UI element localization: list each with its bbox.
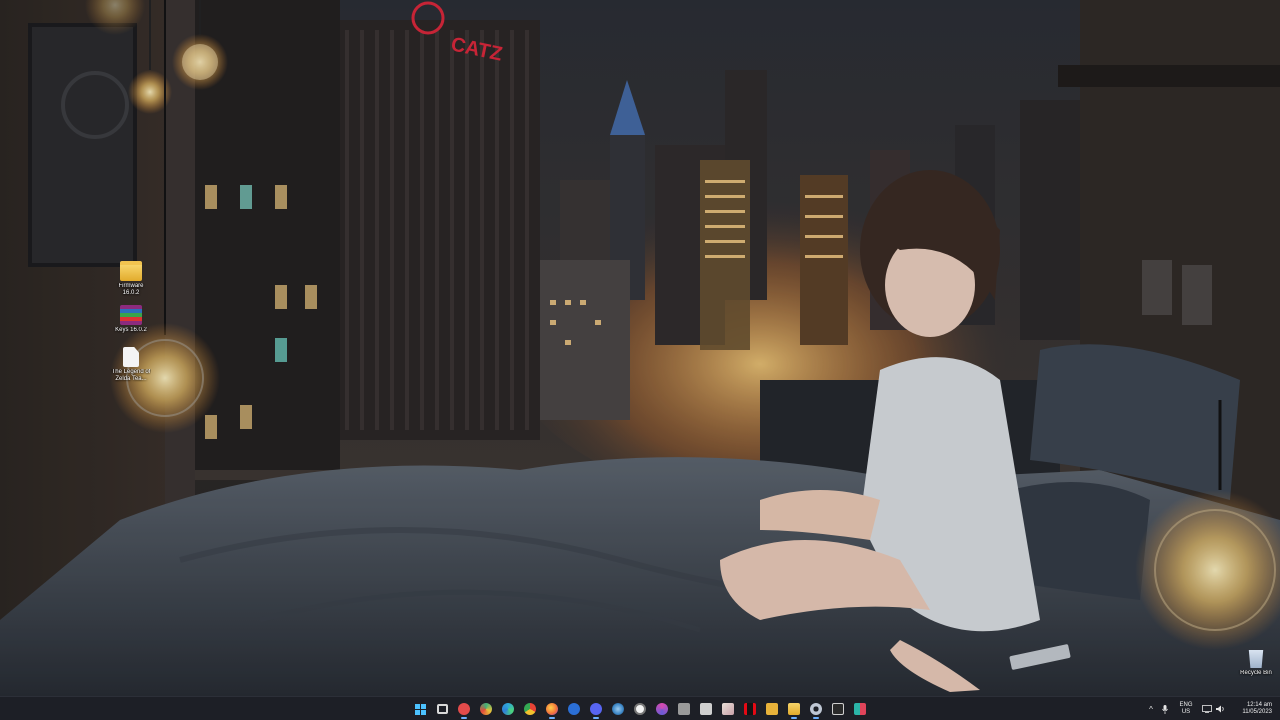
taskbar-file-explorer[interactable] xyxy=(784,699,804,719)
show-hidden-icons-button[interactable]: ^ xyxy=(1144,697,1158,720)
microphone-icon[interactable] xyxy=(1158,697,1172,720)
system-tray: ^ ENG US 12:14 am 11/05/2023 xyxy=(1144,697,1280,720)
region-label: US xyxy=(1181,709,1191,715)
taskbar-app-6[interactable] xyxy=(674,699,694,719)
windows-logo-icon xyxy=(414,703,426,715)
taskbar-terminal[interactable] xyxy=(828,699,848,719)
desktop-icon-firmware[interactable]: Firmware 16.0.2 xyxy=(111,261,151,297)
desktop-icon-keys[interactable]: Keys 16.0.2 xyxy=(111,305,151,334)
taskbar-app-3[interactable] xyxy=(564,699,584,719)
taskbar-app-9[interactable] xyxy=(762,699,782,719)
taskbar-steam[interactable] xyxy=(608,699,628,719)
folder-icon xyxy=(120,261,142,281)
taskbar-app-10[interactable] xyxy=(850,699,870,719)
taskbar-app-5[interactable] xyxy=(652,699,672,719)
desktop-icon-zelda[interactable]: The Legend of Zelda Tea... xyxy=(111,347,151,383)
app-pink-icon xyxy=(656,703,668,715)
steam-icon xyxy=(612,703,624,715)
language-label: ENG xyxy=(1179,702,1193,708)
taskbar-pinned-apps xyxy=(410,699,870,719)
desktop-icon-label: The Legend of Zelda Tea... xyxy=(111,369,151,382)
edge-icon xyxy=(502,703,514,715)
discord-icon xyxy=(590,703,602,715)
clock[interactable]: 12:14 am 11/05/2023 xyxy=(1228,702,1272,716)
chevron-up-icon: ^ xyxy=(1149,704,1153,714)
netflix-icon xyxy=(744,703,756,715)
app-multicolor-icon xyxy=(480,703,492,715)
app-red-circle-icon xyxy=(458,703,470,715)
taskbar-settings[interactable] xyxy=(806,699,826,719)
taskbar-discord[interactable] xyxy=(586,699,606,719)
taskbar-app-7[interactable] xyxy=(696,699,716,719)
wallpaper-art: CATZ xyxy=(0,0,1280,696)
app-document-icon xyxy=(700,703,712,715)
taskbar-app-4[interactable] xyxy=(630,699,650,719)
start-button[interactable] xyxy=(410,699,430,719)
firefox-icon xyxy=(546,703,558,715)
winrar-archive-icon xyxy=(120,305,142,325)
network-icon[interactable] xyxy=(1200,697,1214,720)
chrome-icon xyxy=(524,703,536,715)
clock-date: 11/05/2023 xyxy=(1242,709,1272,715)
clock-time: 12:14 am xyxy=(1246,702,1272,708)
app-blue-icon xyxy=(568,703,580,715)
terminal-icon xyxy=(832,703,844,715)
taskbar-app-8[interactable] xyxy=(718,699,738,719)
desktop-icon-recycle-bin[interactable]: Recycle Bin xyxy=(1236,648,1276,677)
taskbar-netflix[interactable] xyxy=(740,699,760,719)
folder-icon xyxy=(788,703,800,715)
taskbar-firefox[interactable] xyxy=(542,699,562,719)
app-yellow-icon xyxy=(766,703,778,715)
app-gray-icon xyxy=(678,703,690,715)
gear-icon xyxy=(810,703,822,715)
desktop-icon-label: Recycle Bin xyxy=(1240,670,1272,676)
taskbar: ^ ENG US 12:14 am 11/05/2023 xyxy=(0,696,1280,720)
recycle-bin-icon xyxy=(1248,650,1264,668)
app-photo-icon xyxy=(722,703,734,715)
volume-icon[interactable] xyxy=(1214,697,1228,720)
task-view-icon xyxy=(436,704,448,714)
language-indicator[interactable]: ENG US xyxy=(1175,702,1197,716)
app-teal-red-icon xyxy=(854,703,866,715)
taskbar-edge[interactable] xyxy=(498,699,518,719)
app-white-icon xyxy=(634,703,646,715)
task-view-button[interactable] xyxy=(432,699,452,719)
desktop-icon-label: Firmware 16.0.2 xyxy=(118,283,144,296)
file-icon xyxy=(123,347,139,367)
desktop-wallpaper: CATZ Firmware 16.0.2 Keys 16.0.2 The Leg… xyxy=(0,0,1280,696)
desktop-icon-label: Keys 16.0.2 xyxy=(115,327,147,333)
taskbar-app-2[interactable] xyxy=(476,699,496,719)
taskbar-chrome[interactable] xyxy=(520,699,540,719)
taskbar-app-1[interactable] xyxy=(454,699,474,719)
